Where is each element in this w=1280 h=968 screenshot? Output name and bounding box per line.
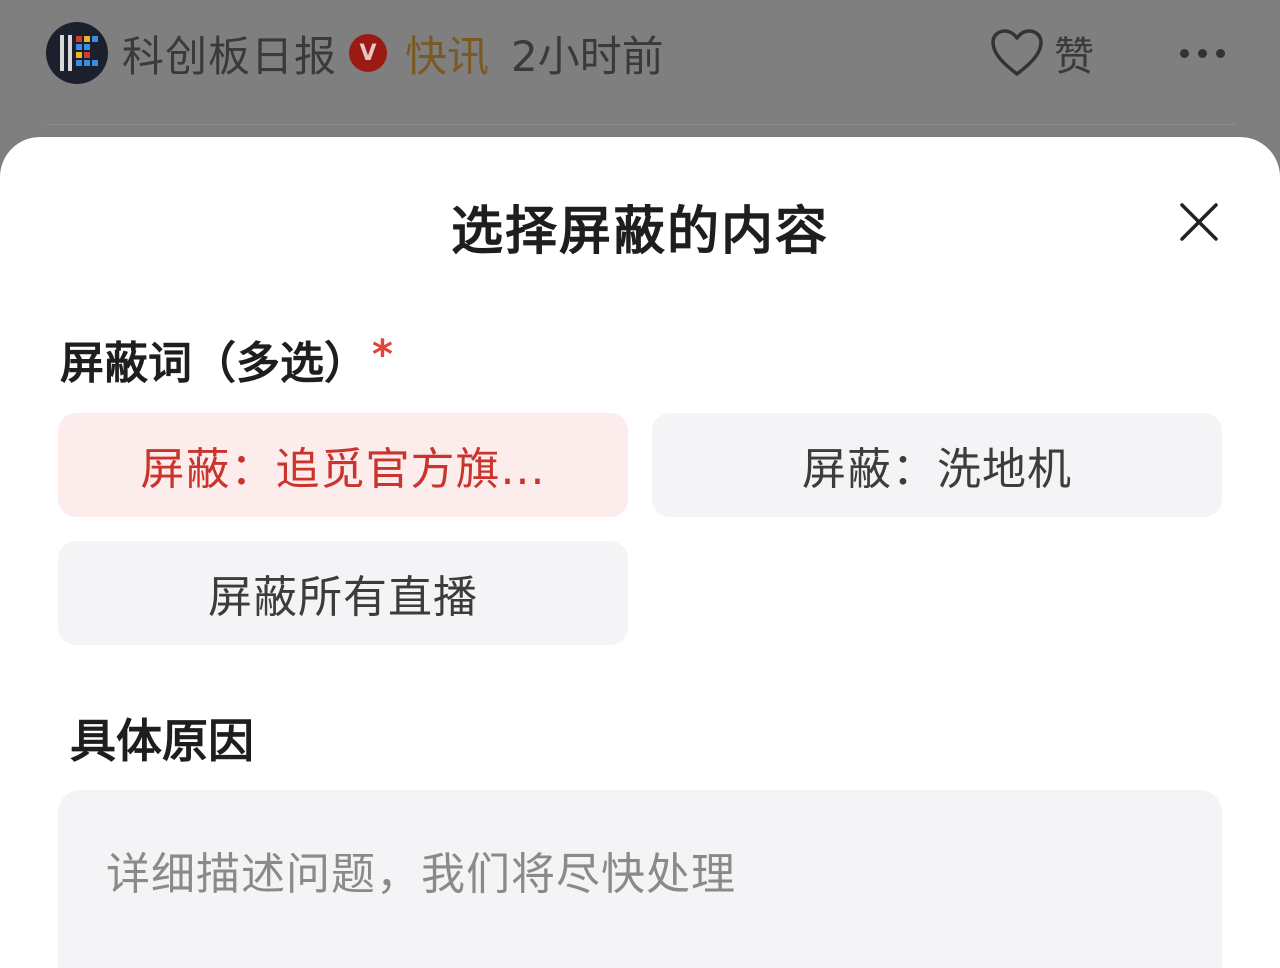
avatar-logo-block xyxy=(76,52,82,58)
avatar-logo-block xyxy=(84,52,90,58)
feed-divider xyxy=(46,124,1236,125)
sheet-title: 选择屏蔽的内容 xyxy=(450,202,829,262)
dot xyxy=(1180,48,1189,58)
close-icon xyxy=(1180,203,1218,241)
more-dots-icon[interactable] xyxy=(1180,18,1225,88)
avatar-logo-block xyxy=(84,36,90,42)
author-avatar[interactable] xyxy=(46,22,108,84)
keywords-section-label: 屏蔽词（多选） * xyxy=(60,327,393,391)
like-label: 赞 xyxy=(1054,34,1094,80)
avatar-logo-block xyxy=(76,44,82,50)
reason-textarea[interactable]: 详细描述问题，我们将尽快处理 xyxy=(58,790,1222,968)
reason-placeholder: 详细描述问题，我们将尽快处理 xyxy=(106,849,736,900)
heart-icon xyxy=(991,29,1043,76)
block-option-keyword[interactable]: 屏蔽：洗地机 xyxy=(652,413,1222,517)
avatar-logo-block xyxy=(84,44,90,50)
required-mark: * xyxy=(372,332,393,378)
option-label: 屏蔽所有直播 xyxy=(208,572,478,623)
block-option-all-live[interactable]: 屏蔽所有直播 xyxy=(58,541,628,645)
avatar-logo-block xyxy=(84,60,90,66)
avatar-logo-bar xyxy=(60,35,64,71)
option-label: 屏蔽：追觅官方旗... xyxy=(140,444,546,495)
post-time: 2小时前 xyxy=(511,31,664,81)
dot xyxy=(1198,48,1207,58)
verified-badge-icon: V xyxy=(349,34,388,72)
like-button[interactable]: 赞 xyxy=(990,18,1094,88)
dot xyxy=(1216,48,1225,58)
avatar-logo-block xyxy=(92,36,98,42)
avatar-logo-block xyxy=(76,60,82,66)
feed-item-header: 科创板日报 V 快讯 2小时前 赞 xyxy=(46,18,1236,88)
avatar-logo-block xyxy=(76,36,82,42)
avatar-logo-bar xyxy=(68,35,72,71)
keywords-label-text: 屏蔽词（多选） xyxy=(60,338,368,389)
avatar-logo-block xyxy=(92,60,98,66)
author-name[interactable]: 科创板日报 xyxy=(122,23,337,84)
block-content-sheet: 选择屏蔽的内容 屏蔽词（多选） * 屏蔽：追觅官方旗... 屏蔽：洗地机 屏蔽所有… xyxy=(0,137,1280,968)
reason-section-label: 具体原因 xyxy=(70,714,254,768)
block-option-brand-store[interactable]: 屏蔽：追觅官方旗... xyxy=(58,413,628,517)
flash-news-tag: 快讯 xyxy=(405,31,490,81)
close-button[interactable] xyxy=(1172,195,1226,249)
option-label: 屏蔽：洗地机 xyxy=(802,444,1072,495)
